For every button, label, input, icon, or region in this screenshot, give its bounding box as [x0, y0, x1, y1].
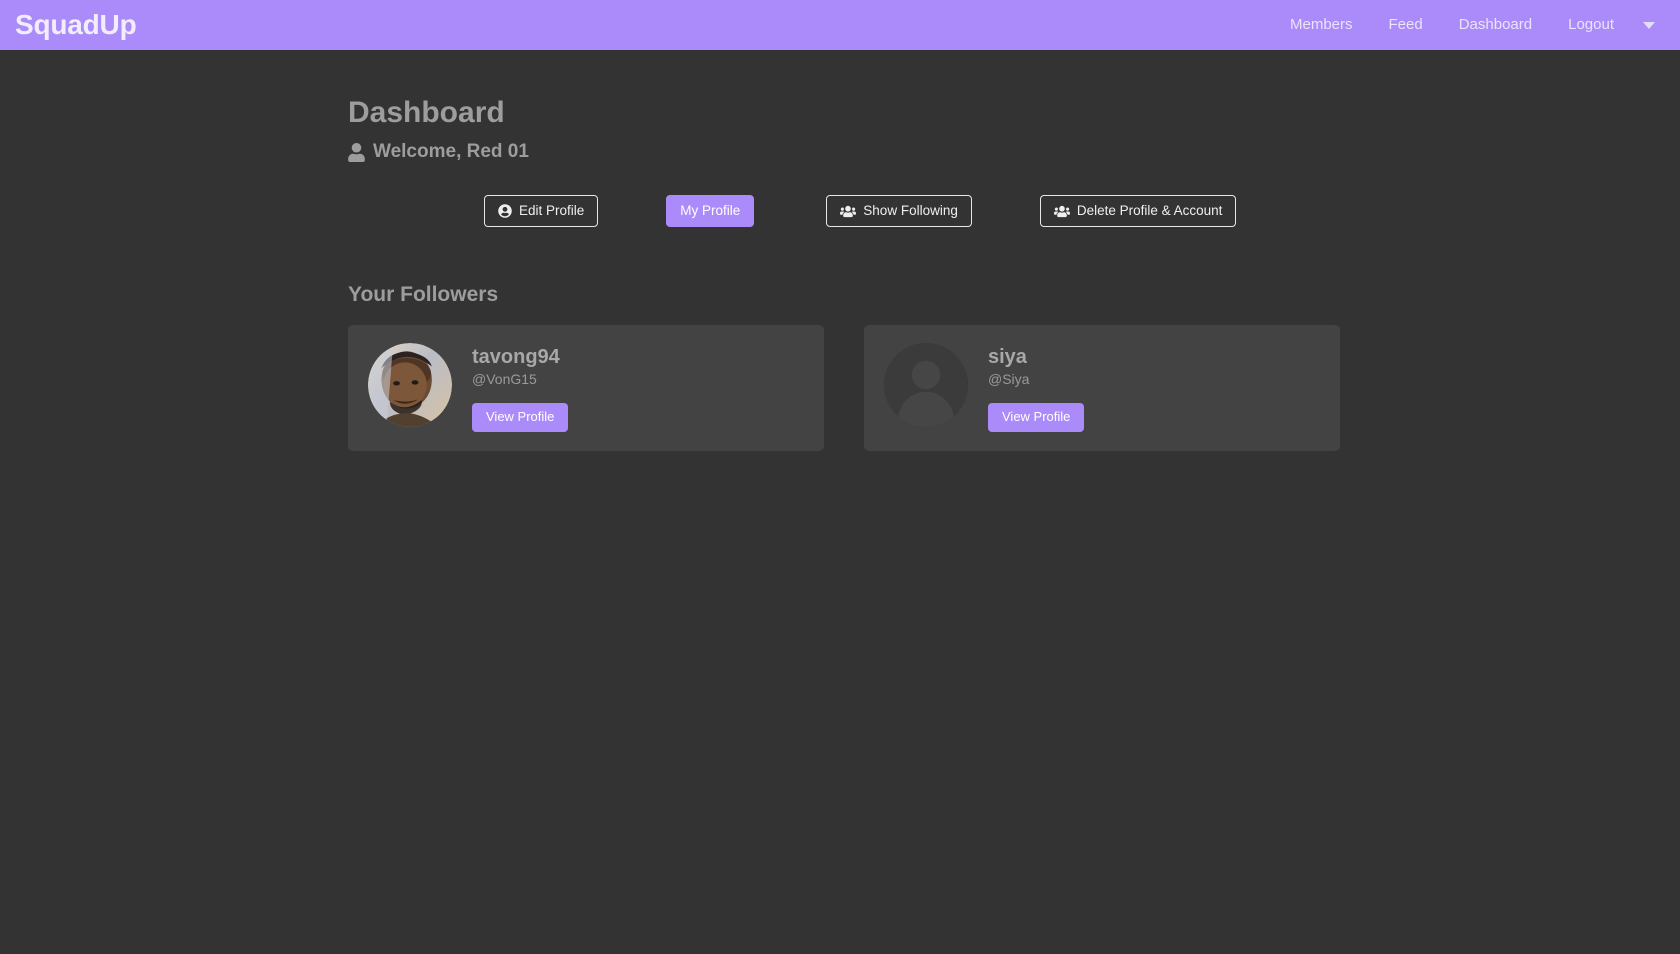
followers-section-title: Your Followers — [348, 283, 499, 307]
brand-logo[interactable]: SquadUp — [10, 11, 137, 39]
user-circle-icon — [498, 204, 512, 218]
follower-card[interactable]: tavong94 @VonG15 View Profile — [348, 325, 824, 452]
main-content: Dashboard Welcome, Red 01 Edit Profile M… — [0, 50, 1680, 452]
edit-profile-label: Edit Profile — [519, 203, 585, 218]
user-icon — [348, 142, 365, 162]
view-profile-button[interactable]: View Profile — [472, 403, 569, 433]
nav-link-logout[interactable]: Logout — [1550, 0, 1632, 50]
delete-profile-label: Delete Profile & Account — [1076, 203, 1223, 218]
welcome-text: Welcome, Red 01 — [373, 141, 529, 162]
nav-link-members[interactable]: Members — [1272, 0, 1371, 50]
follower-info: tavong94 @VonG15 View Profile — [472, 343, 569, 433]
follower-name: tavong94 — [472, 346, 560, 369]
chevron-down-icon[interactable] — [1632, 21, 1666, 29]
followers-card-list: tavong94 @VonG15 View Profile siya @Siya… — [348, 325, 1680, 452]
nav-links: Members Feed Dashboard Logout — [1272, 0, 1666, 50]
show-following-label: Show Following — [863, 203, 958, 218]
nav-link-feed[interactable]: Feed — [1371, 0, 1441, 50]
edit-profile-button[interactable]: Edit Profile — [484, 195, 599, 228]
nav-link-dashboard[interactable]: Dashboard — [1441, 0, 1550, 50]
action-button-row: Edit Profile My Profile Show Following D… — [348, 195, 1680, 228]
top-navbar: SquadUp Members Feed Dashboard Logout — [0, 0, 1680, 50]
follower-handle: @Siya — [988, 371, 1030, 388]
delete-profile-button[interactable]: Delete Profile & Account — [1039, 195, 1237, 228]
default-avatar-icon — [884, 343, 968, 428]
follower-name: siya — [988, 346, 1027, 369]
view-profile-button[interactable]: View Profile — [988, 403, 1085, 433]
avatar — [884, 343, 968, 428]
page-title: Dashboard — [348, 96, 505, 129]
avatar — [368, 343, 452, 428]
follower-card[interactable]: siya @Siya View Profile — [864, 325, 1340, 452]
my-profile-button[interactable]: My Profile — [666, 195, 755, 228]
profile-photo — [368, 343, 452, 428]
follower-handle: @VonG15 — [472, 371, 537, 388]
chevron-down-glyph — [1643, 21, 1655, 29]
users-icon — [1053, 205, 1070, 218]
users-icon — [840, 205, 857, 218]
welcome-row: Welcome, Red 01 — [348, 141, 1680, 163]
my-profile-label: My Profile — [680, 203, 741, 218]
show-following-button[interactable]: Show Following — [826, 195, 972, 228]
follower-info: siya @Siya View Profile — [988, 343, 1085, 433]
